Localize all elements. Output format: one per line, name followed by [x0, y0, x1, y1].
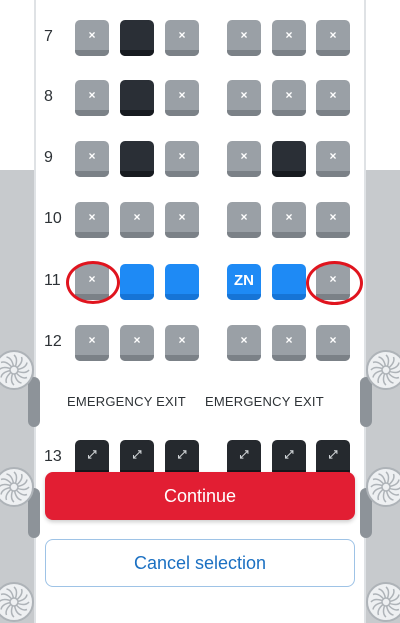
close-icon: ×: [133, 210, 141, 224]
seat-avail[interactable]: ×: [316, 80, 350, 116]
seat-avail[interactable]: ×: [316, 141, 350, 177]
close-icon: ×: [88, 88, 96, 102]
seat-passenger-label: ZN: [234, 271, 254, 289]
row-number: 13: [44, 448, 62, 465]
close-icon: ×: [329, 149, 337, 163]
annotation-circle: [306, 261, 363, 305]
close-icon: ×: [329, 28, 337, 42]
seat-row: 9 × × × ×: [0, 141, 400, 181]
close-icon: ×: [88, 149, 96, 163]
seat-row: 10 × × × × × ×: [0, 202, 400, 242]
engine-icon: [366, 582, 400, 622]
seat-occ: [272, 141, 306, 177]
seat-avail[interactable]: ×: [75, 325, 109, 361]
seat-row: 12 × × × × × ×: [0, 325, 400, 365]
expand-icon: ⤢: [328, 448, 338, 461]
seat-sel[interactable]: [120, 264, 154, 300]
emergency-exit-left-label: EMERGENCY EXIT: [67, 394, 186, 409]
seat-avail[interactable]: ×: [75, 202, 109, 238]
seat-avail[interactable]: ×: [227, 325, 261, 361]
seat-avail[interactable]: ×: [316, 202, 350, 238]
seat-avail[interactable]: ×: [316, 325, 350, 361]
row-number: 11: [44, 272, 61, 289]
expand-icon: ⤢: [284, 448, 294, 461]
seat-avail[interactable]: ×: [75, 80, 109, 116]
row-number: 7: [44, 28, 53, 45]
engine-icon: [0, 582, 34, 622]
seat-row: 8 × × × × ×: [0, 80, 400, 120]
seat-avail[interactable]: ×: [227, 202, 261, 238]
expand-icon: ⤢: [132, 448, 142, 461]
close-icon: ×: [329, 88, 337, 102]
close-icon: ×: [285, 333, 293, 347]
row-number: 10: [44, 210, 62, 227]
seat-avail[interactable]: ×: [75, 141, 109, 177]
close-icon: ×: [133, 333, 141, 347]
seat-avail[interactable]: ×: [165, 80, 199, 116]
close-icon: ×: [178, 28, 186, 42]
seat-avail[interactable]: ×: [165, 202, 199, 238]
seat-exit[interactable]: ⤢: [165, 440, 199, 476]
seat-exit[interactable]: ⤢: [272, 440, 306, 476]
seat-avail[interactable]: ×: [120, 325, 154, 361]
close-icon: ×: [88, 333, 96, 347]
seat-avail[interactable]: ×: [75, 20, 109, 56]
seat-avail[interactable]: ×: [165, 325, 199, 361]
seat-avail[interactable]: ×: [227, 20, 261, 56]
seat-exit[interactable]: ⤢: [227, 440, 261, 476]
close-icon: ×: [178, 149, 186, 163]
emergency-exit-right-label: EMERGENCY EXIT: [205, 394, 324, 409]
seat-avail[interactable]: ×: [272, 202, 306, 238]
close-icon: ×: [178, 210, 186, 224]
close-icon: ×: [285, 28, 293, 42]
seat-avail[interactable]: ×: [316, 20, 350, 56]
close-icon: ×: [240, 210, 248, 224]
expand-icon: ⤢: [87, 448, 97, 461]
seat-avail[interactable]: ×: [165, 20, 199, 56]
seat-avail[interactable]: ×: [272, 80, 306, 116]
close-icon: ×: [285, 88, 293, 102]
expand-icon: ⤢: [239, 448, 249, 461]
seat-occ: [120, 80, 154, 116]
row-number: 12: [44, 333, 62, 350]
close-icon: ×: [285, 210, 293, 224]
close-icon: ×: [329, 333, 337, 347]
seat-exit[interactable]: ⤢: [120, 440, 154, 476]
seat-sel[interactable]: [272, 264, 306, 300]
close-icon: ×: [240, 333, 248, 347]
row-number: 8: [44, 88, 53, 105]
annotation-circle: [66, 261, 120, 304]
close-icon: ×: [178, 88, 186, 102]
close-icon: ×: [240, 88, 248, 102]
close-icon: ×: [88, 210, 96, 224]
close-icon: ×: [88, 28, 96, 42]
seat-avail[interactable]: ×: [120, 202, 154, 238]
continue-button[interactable]: Continue: [45, 472, 355, 520]
seat-avail[interactable]: ×: [227, 141, 261, 177]
seat-occ: [120, 141, 154, 177]
seat-sel[interactable]: ZN: [227, 264, 261, 300]
close-icon: ×: [240, 149, 248, 163]
seat-avail[interactable]: ×: [272, 325, 306, 361]
seat-exit[interactable]: ⤢: [75, 440, 109, 476]
row-number: 9: [44, 149, 53, 166]
seat-avail[interactable]: ×: [227, 80, 261, 116]
seat-avail[interactable]: ×: [165, 141, 199, 177]
close-icon: ×: [240, 28, 248, 42]
seat-occ: [120, 20, 154, 56]
seat-exit[interactable]: ⤢: [316, 440, 350, 476]
cancel-selection-button[interactable]: Cancel selection: [45, 539, 355, 587]
seat-row: 7 × × × × ×: [0, 20, 400, 60]
close-icon: ×: [329, 210, 337, 224]
seat-avail[interactable]: ×: [272, 20, 306, 56]
seat-sel[interactable]: [165, 264, 199, 300]
expand-icon: ⤢: [177, 448, 187, 461]
close-icon: ×: [178, 333, 186, 347]
